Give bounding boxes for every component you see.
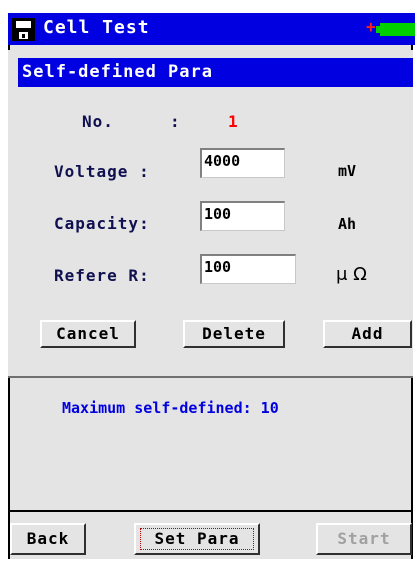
add-button[interactable]: Add bbox=[323, 320, 412, 348]
start-button[interactable]: Start bbox=[316, 523, 412, 555]
refere-r-label: Refere R: bbox=[54, 266, 150, 285]
no-separator: : bbox=[170, 112, 181, 131]
floppy-disk-icon[interactable] bbox=[12, 18, 35, 41]
capacity-input[interactable]: 100 bbox=[200, 201, 285, 231]
refere-r-input[interactable]: 100 bbox=[200, 254, 296, 284]
voltage-unit: mV bbox=[338, 162, 357, 180]
cancel-button[interactable]: Cancel bbox=[40, 320, 136, 348]
capacity-label: Capacity: bbox=[54, 214, 150, 233]
set-para-button[interactable]: Set Para bbox=[134, 523, 260, 555]
max-self-defined-info: Maximum self-defined: 10 bbox=[62, 399, 279, 417]
battery-charging-icon: + bbox=[366, 17, 415, 37]
window-title: Cell Test bbox=[43, 17, 150, 38]
capacity-unit: Ah bbox=[338, 215, 357, 233]
no-label: No. bbox=[82, 112, 114, 131]
back-button[interactable]: Back bbox=[10, 523, 86, 555]
voltage-label: Voltage : bbox=[54, 162, 150, 181]
no-value: 1 bbox=[228, 112, 238, 131]
refere-r-unit: μ Ω bbox=[336, 264, 367, 285]
focus-indicator bbox=[140, 528, 254, 550]
delete-button[interactable]: Delete bbox=[183, 320, 285, 348]
window-title-bar: Cell Test + bbox=[8, 13, 415, 45]
voltage-input[interactable]: 4000 bbox=[200, 148, 285, 178]
bottom-divider bbox=[8, 510, 413, 512]
dialog-title: Self-defined Para bbox=[18, 58, 413, 87]
